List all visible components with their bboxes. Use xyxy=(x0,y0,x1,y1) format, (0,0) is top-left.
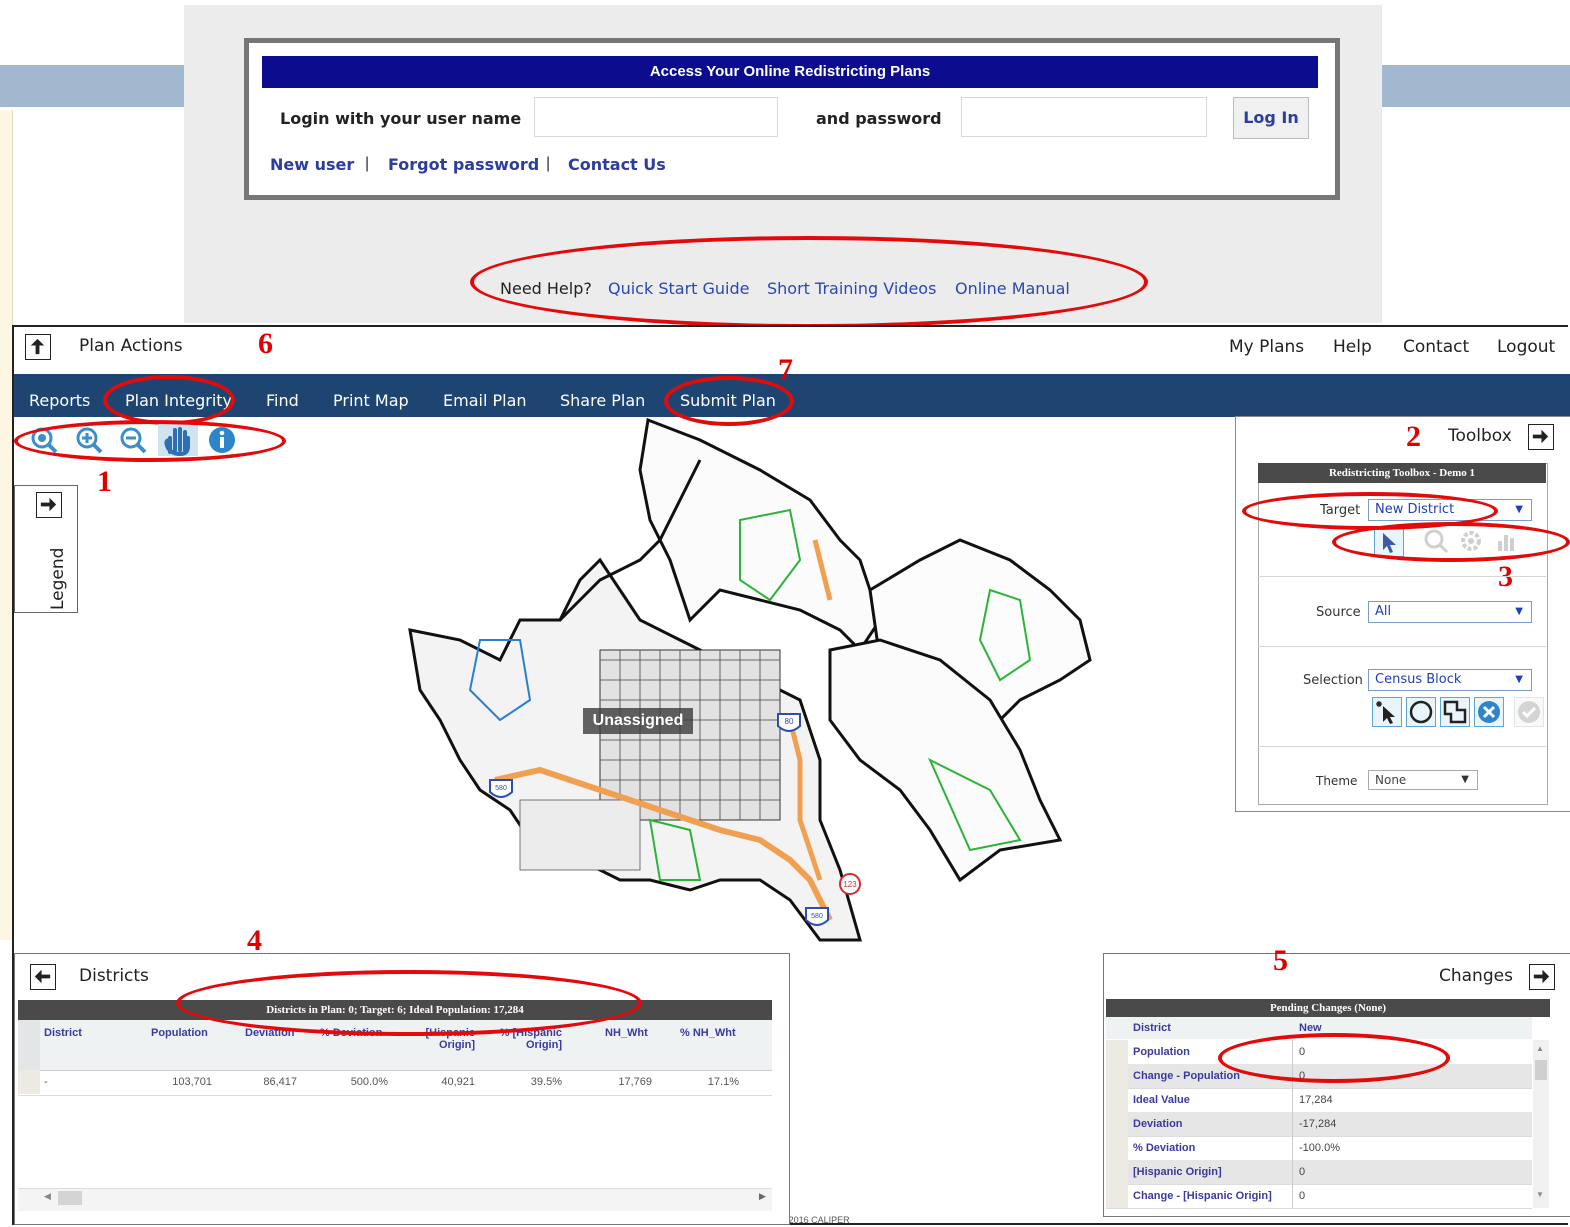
selection-select[interactable]: Census Block ▼ xyxy=(1368,669,1532,691)
svg-text:580: 580 xyxy=(811,913,823,920)
annotation-number-5: 5 xyxy=(1273,944,1288,977)
cell-hispanic-origin: 40,921 xyxy=(441,1076,475,1088)
cell-deviation: 86,417 xyxy=(263,1076,297,1088)
changes-header-district: District xyxy=(1133,1022,1171,1034)
changes-label-deviation: Deviation xyxy=(1133,1118,1183,1130)
selection-value: Census Block xyxy=(1375,672,1462,687)
row-header-cell xyxy=(18,1070,40,1094)
cell-population: 103,701 xyxy=(172,1076,212,1088)
pointer-icon xyxy=(1376,701,1395,724)
changes-label-ideal-value: Ideal Value xyxy=(1133,1094,1190,1106)
map-region-core xyxy=(408,557,862,942)
changes-label-change-hispanic-origin: Change - [Hispanic Origin] xyxy=(1133,1190,1272,1202)
col-pct-nh-wht[interactable]: % NH_Wht xyxy=(680,1027,736,1039)
map-region-north xyxy=(638,417,882,653)
horizontal-scrollbar[interactable] xyxy=(18,1188,772,1211)
source-value: All xyxy=(1375,604,1392,619)
annotation-oval-population xyxy=(1218,1033,1450,1083)
toolbox-divider xyxy=(1258,576,1546,577)
changes-label-hispanic-origin: [Hispanic Origin] xyxy=(1133,1166,1222,1178)
svg-text:123: 123 xyxy=(843,880,857,889)
scroll-left-icon[interactable]: ◀ xyxy=(44,1191,51,1202)
scroll-up-icon[interactable]: ▲ xyxy=(1536,1044,1544,1053)
source-select[interactable]: All ▼ xyxy=(1368,601,1532,623)
polygon-select-tool[interactable] xyxy=(1440,697,1470,727)
circle-icon xyxy=(1409,700,1433,724)
chevron-down-icon: ▼ xyxy=(1515,504,1523,515)
svg-text:580: 580 xyxy=(495,785,507,792)
clear-selection-tool[interactable] xyxy=(1474,697,1504,727)
unassigned-map-label: Unassigned xyxy=(583,708,693,734)
highway-shield-123: 123 xyxy=(839,873,861,895)
row-header-column xyxy=(1106,1040,1128,1208)
source-label: Source xyxy=(1316,605,1361,620)
row-header-cell xyxy=(18,1020,40,1070)
changes-value-deviation: -17,284 xyxy=(1299,1118,1337,1130)
cell-district: - xyxy=(44,1076,48,1088)
scroll-right-icon[interactable]: ▶ xyxy=(759,1191,766,1202)
theme-label: Theme xyxy=(1316,774,1358,788)
selection-label: Selection xyxy=(1303,673,1363,688)
cell-nh-wht: 17,769 xyxy=(618,1076,652,1088)
districts-expand-button[interactable] xyxy=(30,964,56,990)
highway-shield-580-south: 580 xyxy=(805,907,829,926)
annotation-oval-districts-title xyxy=(176,970,642,1036)
districts-heading: Districts xyxy=(79,966,149,986)
cell-pct-nh-wht: 17.1% xyxy=(707,1076,739,1088)
close-circle-icon xyxy=(1478,701,1500,723)
chevron-down-icon: ▼ xyxy=(1515,674,1523,685)
changes-label-change-population: Change - Population xyxy=(1133,1070,1240,1082)
toolbox-divider xyxy=(1258,646,1546,647)
annotation-number-4: 4 xyxy=(247,924,262,957)
changes-heading: Changes xyxy=(1439,966,1513,986)
arrow-right-icon xyxy=(1532,429,1549,444)
table-row[interactable] xyxy=(18,1070,772,1096)
toolbox-heading: Toolbox xyxy=(1448,426,1512,446)
annotation-number-2: 2 xyxy=(1406,420,1421,453)
changes-label-population: Population xyxy=(1133,1046,1190,1058)
changes-label-pct-deviation: % Deviation xyxy=(1133,1142,1196,1154)
highway-shield-80: 80 xyxy=(777,713,801,732)
changes-header-new: New xyxy=(1299,1022,1322,1034)
theme-value: None xyxy=(1375,773,1407,787)
toolbox-collapse-button[interactable] xyxy=(1528,424,1554,450)
arrow-right-icon xyxy=(1533,969,1550,984)
changes-collapse-button[interactable] xyxy=(1529,964,1555,990)
cell-pct-hispanic-origin: 39.5% xyxy=(530,1076,562,1088)
copyright-text: ©2016 CALIPER xyxy=(782,1215,850,1225)
col-district[interactable]: District xyxy=(44,1027,82,1039)
changes-value-change-hispanic-origin: 0 xyxy=(1299,1190,1306,1202)
check-circle-icon xyxy=(1518,701,1540,723)
toolbox-title: Redistricting Toolbox - Demo 1 xyxy=(1258,463,1546,483)
toolbox-divider xyxy=(1258,746,1546,747)
changes-table-title: Pending Changes (None) xyxy=(1106,999,1550,1017)
col-nh-wht[interactable]: NH_Wht xyxy=(605,1027,648,1039)
arrow-left-icon xyxy=(34,969,51,984)
changes-value-pct-deviation: -100.0% xyxy=(1299,1142,1340,1154)
chevron-down-icon: ▼ xyxy=(1515,606,1523,617)
chevron-down-icon: ▼ xyxy=(1461,774,1469,785)
annotation-number-3: 3 xyxy=(1498,560,1513,593)
changes-value-hispanic-origin: 0 xyxy=(1299,1166,1306,1178)
annotation-oval-target-tools xyxy=(1332,522,1570,562)
scroll-down-icon[interactable]: ▼ xyxy=(1536,1190,1544,1199)
highway-shield-580: 580 xyxy=(489,779,513,798)
pointer-select-tool[interactable] xyxy=(1372,697,1402,727)
polygon-icon xyxy=(1443,700,1467,724)
circle-select-tool[interactable] xyxy=(1406,697,1436,727)
apply-selection-tool[interactable] xyxy=(1514,697,1544,727)
col-population[interactable]: Population xyxy=(151,1027,208,1039)
changes-value-ideal-value: 17,284 xyxy=(1299,1094,1333,1106)
scrollbar-thumb[interactable] xyxy=(58,1191,82,1205)
theme-select[interactable]: None ▼ xyxy=(1368,770,1478,790)
scrollbar-thumb[interactable] xyxy=(1535,1060,1547,1080)
cell-pct-deviation: 500.0% xyxy=(350,1076,388,1088)
svg-text:80: 80 xyxy=(785,717,794,726)
